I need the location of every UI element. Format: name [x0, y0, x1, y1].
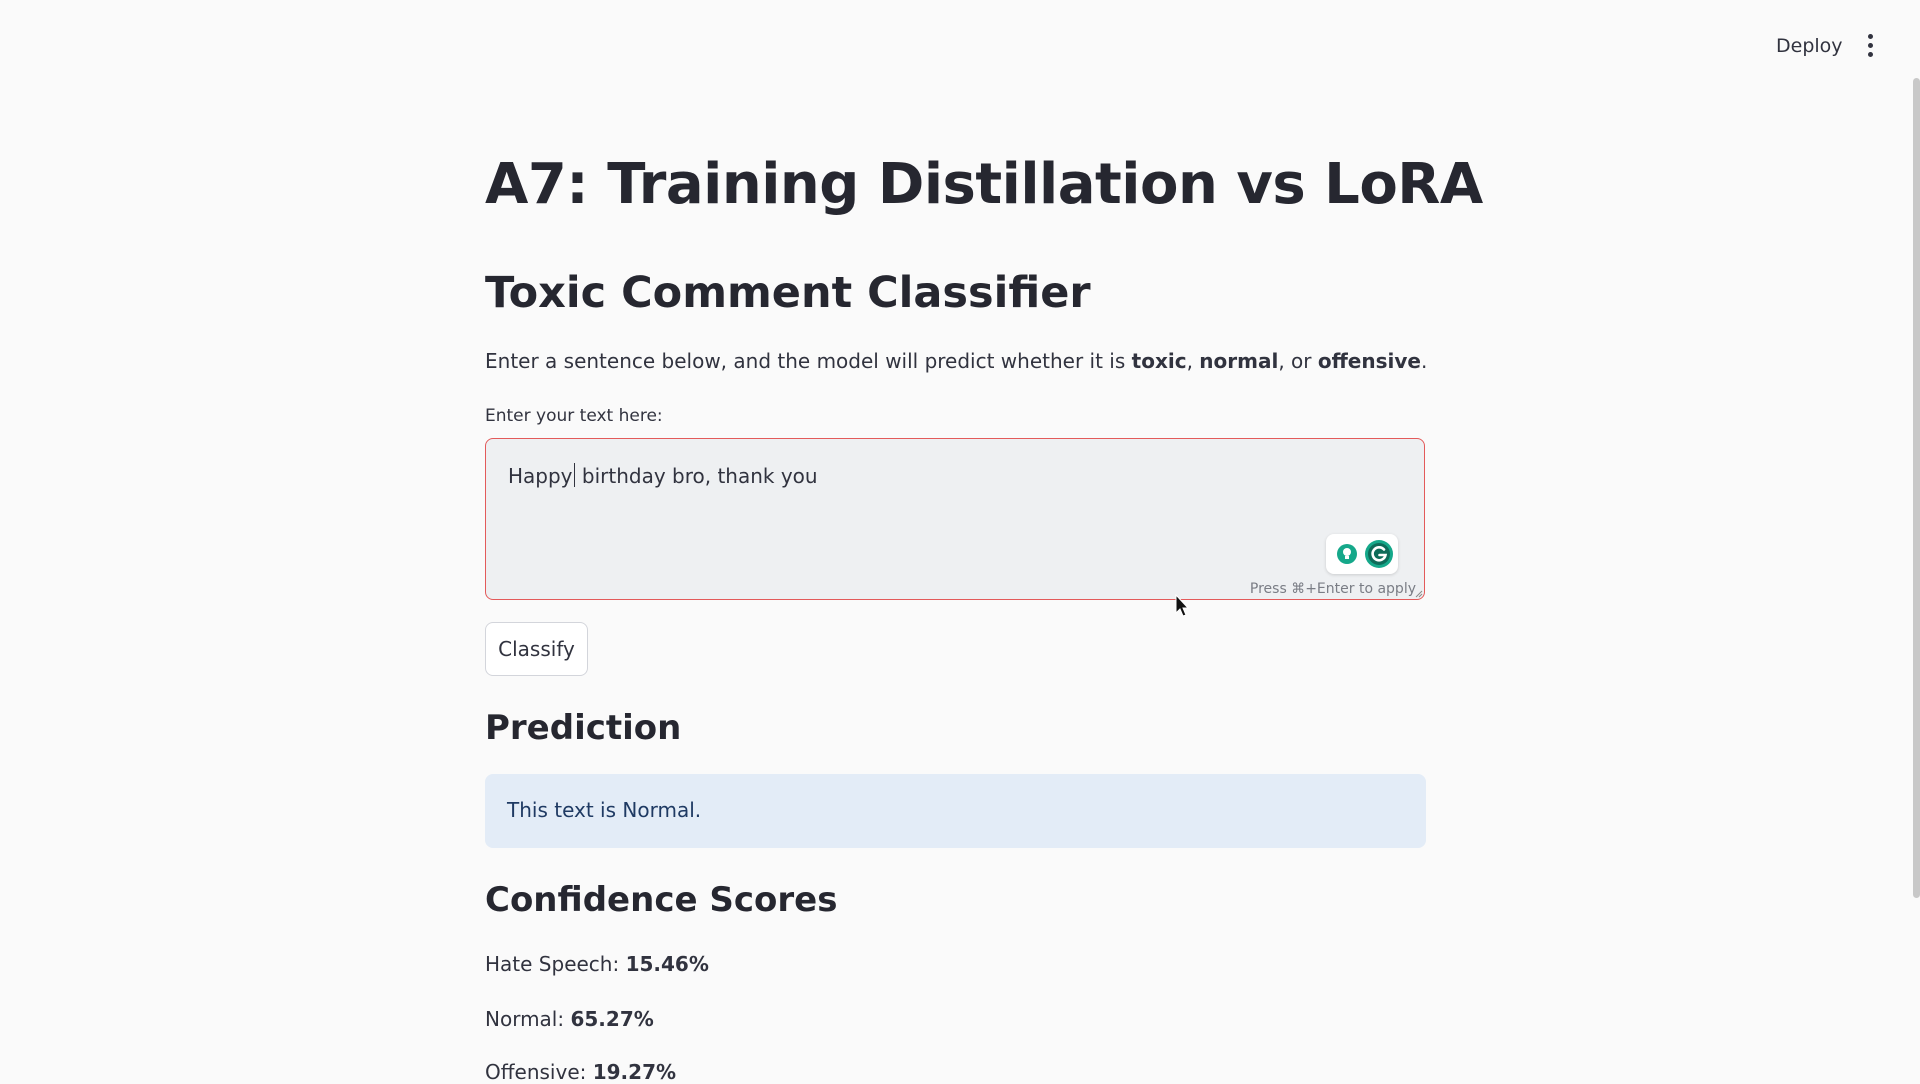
page-scrollbar[interactable]: [1913, 78, 1920, 898]
classify-button[interactable]: Classify: [485, 622, 588, 676]
confidence-heading: Confidence Scores: [485, 880, 838, 920]
label-toxic: toxic: [1131, 349, 1187, 373]
prediction-result-text: This text is Normal.: [507, 798, 702, 822]
score-normal: Normal: 65.27%: [485, 1007, 654, 1031]
resize-handle-icon[interactable]: [1415, 590, 1423, 598]
prediction-heading: Prediction: [485, 708, 682, 748]
vertical-ellipsis-icon[interactable]: [1858, 28, 1884, 64]
score-offensive: Offensive: 19.27%: [485, 1060, 677, 1084]
prediction-result-box: This text is Normal.: [485, 774, 1426, 848]
text-input-value[interactable]: Happy birthday bro, thank you: [508, 463, 818, 488]
writing-assistant-widget[interactable]: [1326, 534, 1398, 574]
label-normal: normal: [1199, 349, 1279, 373]
text-input-label: Enter your text here:: [485, 406, 663, 426]
text-input-area[interactable]: Happy birthday bro, thank you Press ⌘+En…: [485, 438, 1425, 600]
text-caret: [573, 463, 575, 487]
apply-hint: Press ⌘+Enter to apply: [1249, 581, 1416, 597]
score-hate-speech: Hate Speech: 15.46%: [485, 952, 709, 976]
label-offensive: offensive: [1317, 349, 1421, 373]
mouse-pointer-icon: [1175, 594, 1190, 617]
app-subtitle: Toxic Comment Classifier: [485, 268, 1091, 318]
app-toolbar: Deploy: [0, 0, 1920, 90]
app-description: Enter a sentence below, and the model wi…: [485, 349, 1428, 373]
deploy-button[interactable]: Deploy: [1764, 30, 1855, 62]
grammarly-icon[interactable]: [1364, 539, 1394, 569]
lightbulb-icon[interactable]: [1336, 543, 1358, 565]
page-title: A7: Training Distillation vs LoRA: [485, 152, 1483, 217]
